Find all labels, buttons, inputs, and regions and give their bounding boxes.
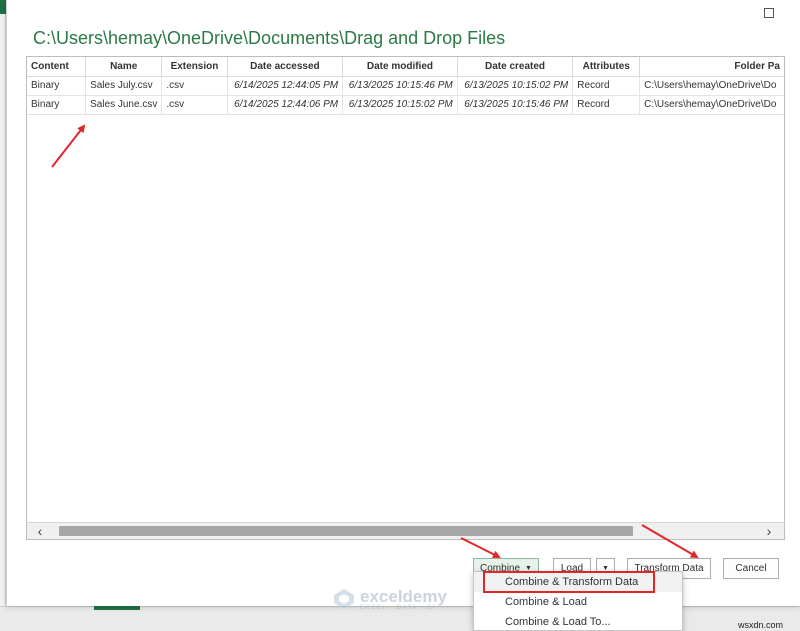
scrollbar-thumb[interactable] (59, 526, 633, 536)
column-header-date-created[interactable]: Date created (457, 57, 574, 77)
files-table: Content Name Extension Date accessed Dat… (27, 57, 784, 115)
horizontal-scrollbar[interactable]: ‹ › (26, 522, 785, 540)
cell-date-modified[interactable]: 6/13/2025 10:15:02 PM (342, 95, 458, 115)
excel-ribbon-edge (0, 0, 6, 14)
cell-attributes[interactable]: Record (572, 95, 641, 115)
cell-content[interactable]: Binary (27, 76, 87, 96)
column-header-date-modified[interactable]: Date modified (342, 57, 458, 77)
cell-attributes[interactable]: Record (572, 76, 641, 96)
table-row[interactable]: Binary Sales June.csv .csv 6/14/2025 12:… (27, 95, 784, 115)
exceldemy-watermark: exceldemy EXCEL · DATA · BI (332, 587, 447, 611)
cell-extension[interactable]: .csv (161, 95, 228, 115)
watermark-tagline: EXCEL · DATA · BI (360, 604, 437, 611)
site-mark: wsxdn.com (738, 620, 784, 630)
table-row[interactable]: Binary Sales July.csv .csv 6/14/2025 12:… (27, 76, 784, 96)
column-header-folder-path[interactable]: Folder Pa (639, 57, 784, 77)
cell-content[interactable]: Binary (27, 95, 87, 115)
chevron-right-icon[interactable]: › (760, 523, 778, 539)
cancel-button[interactable]: Cancel (723, 558, 779, 579)
column-header-name[interactable]: Name (85, 57, 163, 77)
cell-folder-path[interactable]: C:\Users\hemay\OneDrive\Do (639, 76, 784, 96)
excel-background-strip (0, 0, 6, 631)
folder-path-title: C:\Users\hemay\OneDrive\Documents\Drag a… (33, 28, 506, 48)
cell-extension[interactable]: .csv (161, 76, 228, 96)
cell-date-accessed[interactable]: 6/14/2025 12:44:05 PM (227, 76, 344, 96)
column-header-date-accessed[interactable]: Date accessed (227, 57, 344, 77)
column-header-content[interactable]: Content (27, 57, 87, 77)
cell-date-modified[interactable]: 6/13/2025 10:15:46 PM (342, 76, 458, 96)
exceldemy-logo-icon (334, 589, 354, 609)
cell-date-accessed[interactable]: 6/14/2025 12:44:06 PM (227, 95, 344, 115)
table-header-row: Content Name Extension Date accessed Dat… (27, 57, 784, 77)
cell-date-created[interactable]: 6/13/2025 10:15:02 PM (457, 76, 574, 96)
cell-folder-path[interactable]: C:\Users\hemay\OneDrive\Do (639, 95, 784, 115)
cell-date-created[interactable]: 6/13/2025 10:15:46 PM (457, 95, 574, 115)
maximize-icon[interactable] (762, 6, 776, 20)
cell-name[interactable]: Sales July.csv (85, 76, 163, 96)
excel-active-sheet-tab[interactable] (94, 606, 140, 610)
cancel-label: Cancel (735, 563, 767, 574)
column-header-extension[interactable]: Extension (161, 57, 228, 77)
menu-item-combine-load[interactable]: Combine & Load (474, 592, 682, 612)
menu-item-combine-transform[interactable]: Combine & Transform Data (474, 572, 682, 592)
menu-item-combine-load-to[interactable]: Combine & Load To... (474, 612, 682, 631)
column-header-attributes[interactable]: Attributes (572, 57, 641, 77)
combine-dropdown-menu: Combine & Transform Data Combine & Load … (473, 571, 683, 631)
files-grid: Content Name Extension Date accessed Dat… (26, 56, 785, 540)
chevron-left-icon[interactable]: ‹ (31, 523, 49, 539)
cell-name[interactable]: Sales June.csv (85, 95, 163, 115)
watermark-name: exceldemy (360, 586, 447, 606)
